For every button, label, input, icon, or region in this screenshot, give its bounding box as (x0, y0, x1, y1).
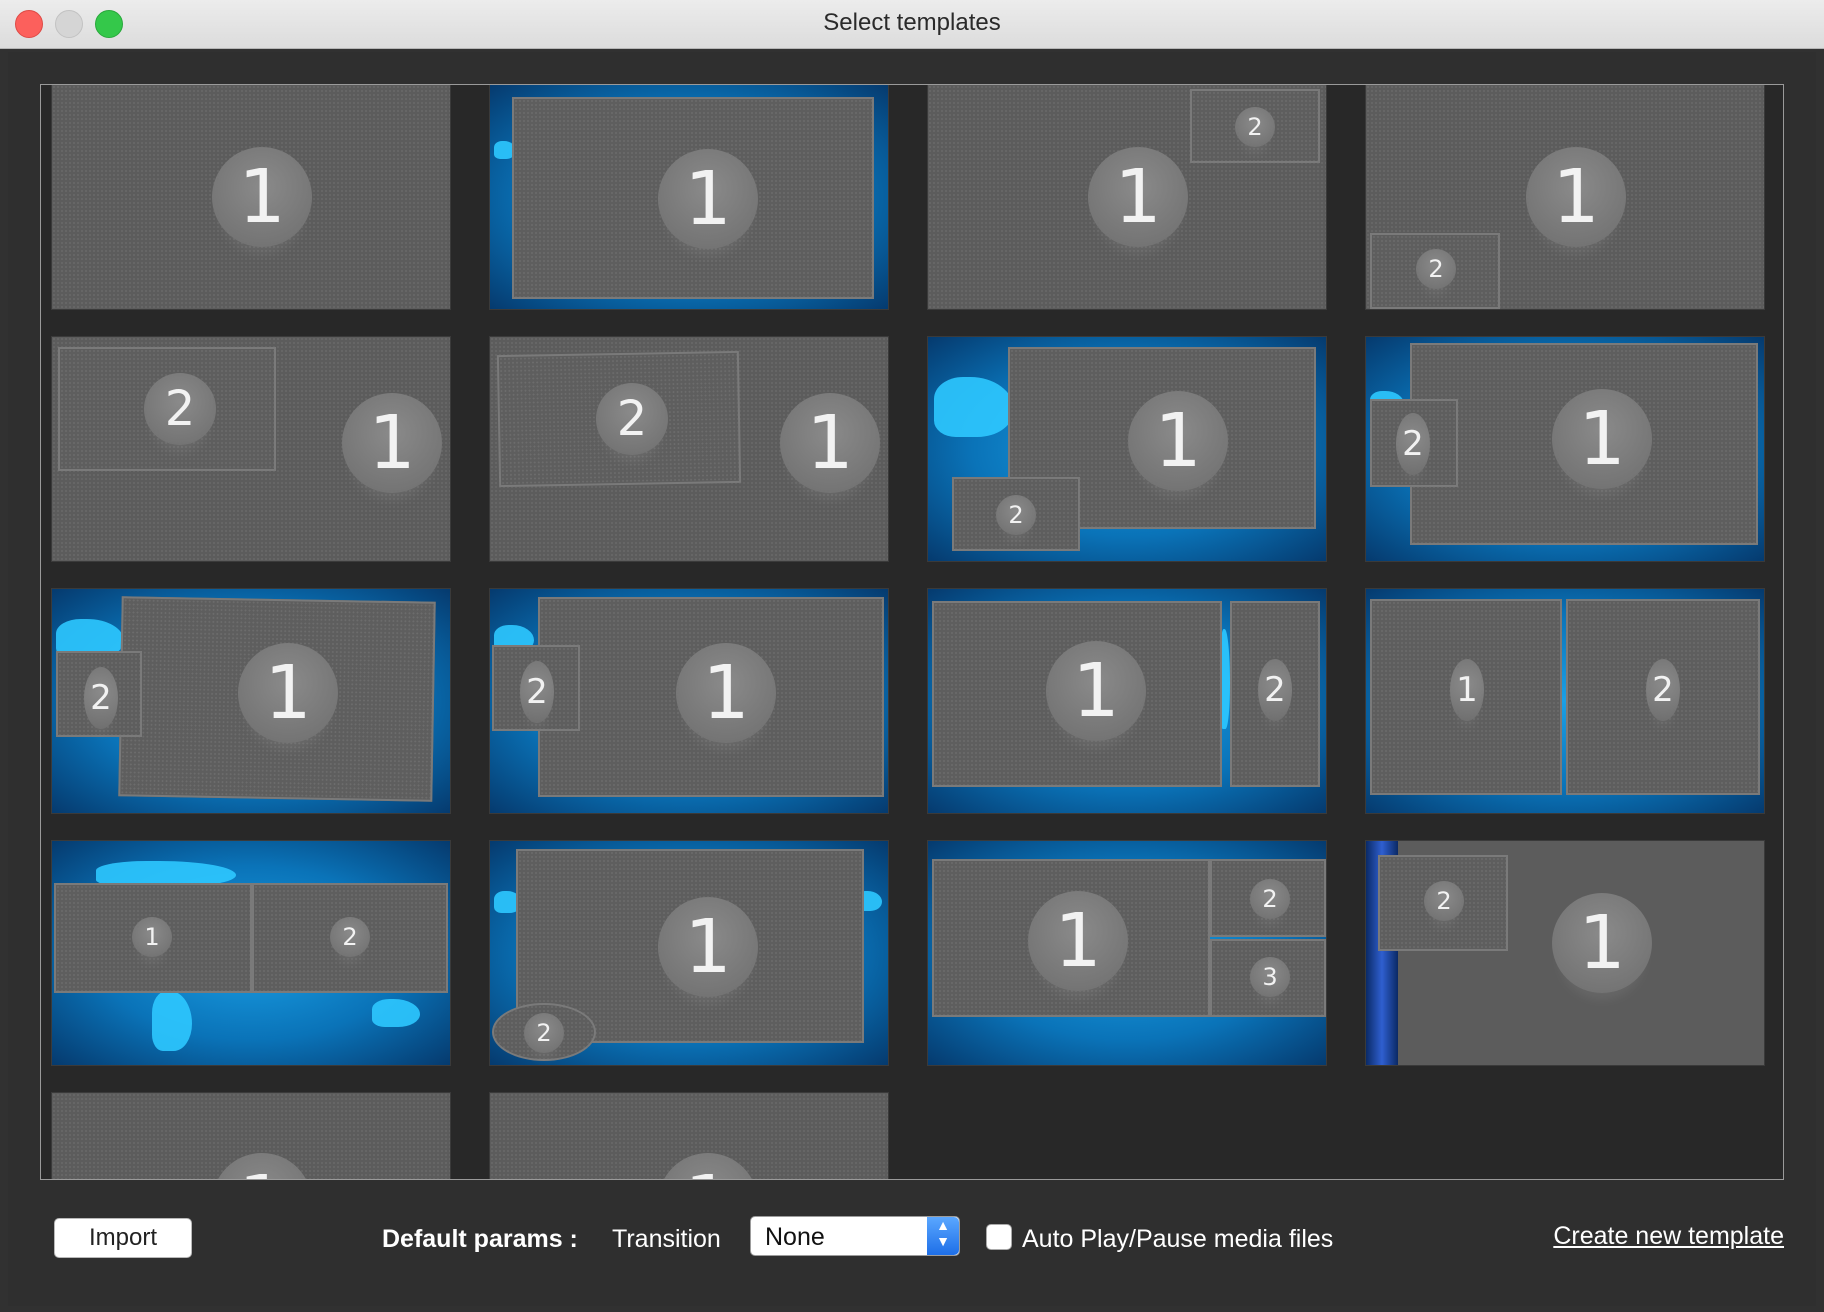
template-thumbnail[interactable]: 1 (490, 85, 888, 309)
region-badge: 1 (1450, 659, 1484, 721)
region-badge: 1 (1088, 147, 1188, 247)
region-badge: 2 (1424, 881, 1464, 921)
region-badge: 2 (996, 495, 1036, 535)
select-arrows-icon: ▲ ▼ (927, 1217, 959, 1255)
region-badge: 1 (132, 917, 172, 957)
map-land (152, 991, 192, 1051)
region-badge: 2 (524, 1013, 564, 1053)
template-thumbnail[interactable]: 2 1 (1366, 85, 1764, 309)
template-thumbnail[interactable]: 2 1 (490, 589, 888, 813)
region-badge: 1 (1552, 389, 1652, 489)
region-badge: 1 (342, 393, 442, 493)
map-land (372, 999, 420, 1027)
region-badge: 2 (1416, 249, 1456, 289)
template-thumbnail[interactable]: 1 2 (52, 841, 450, 1065)
transition-value: None (765, 1223, 825, 1251)
region-badge: 2 (1646, 659, 1680, 721)
region-badge: 2 (520, 661, 554, 723)
create-new-template-link[interactable]: Create new template (1553, 1222, 1784, 1251)
region-badge: 2 (84, 667, 118, 729)
region-badge: 1 (1128, 391, 1228, 491)
region-badge: 1 (212, 1153, 312, 1179)
region-badge: 1 (212, 147, 312, 247)
region-badge: 1 (676, 643, 776, 743)
region-badge: 1 (1046, 641, 1146, 741)
region-badge: 2 (596, 383, 668, 455)
region-badge: 2 (1396, 413, 1430, 475)
region-badge: 2 (1258, 659, 1292, 721)
autoplay-checkbox[interactable] (986, 1224, 1012, 1250)
template-selector-window: Select templates 1 1 2 1 2 1 2 1 2 1 1 2… (0, 0, 1824, 1312)
window-title: Select templates (823, 9, 1001, 36)
region-badge: 1 (658, 897, 758, 997)
template-thumbnail[interactable]: 1 (52, 85, 450, 309)
transition-select[interactable]: None ▲ ▼ (750, 1216, 960, 1256)
template-thumbnail[interactable]: 2 1 (52, 337, 450, 561)
template-thumbnail[interactable]: 2 1 (928, 85, 1326, 309)
transition-label: Transition (612, 1225, 721, 1253)
region-badge: 3 (1250, 957, 1290, 997)
template-thumbnail[interactable]: 1 2 (490, 841, 888, 1065)
region-badge: 1 (238, 643, 338, 743)
template-thumbnail[interactable]: 1 2 (928, 589, 1326, 813)
region-badge: 1 (1526, 147, 1626, 247)
template-thumbnail[interactable]: 1 2 (1366, 589, 1764, 813)
region-badge: 1 (658, 149, 758, 249)
template-thumbnail[interactable]: 1 2 (928, 337, 1326, 561)
region-badge: 1 (1552, 893, 1652, 993)
autoplay-label: Auto Play/Pause media files (1022, 1225, 1334, 1253)
region-badge: 1 (1028, 891, 1128, 991)
region-badge: 1 (658, 1153, 758, 1179)
region-badge: 2 (1250, 879, 1290, 919)
template-thumbnail[interactable]: 2 1 (52, 589, 450, 813)
region-badge: 2 (144, 373, 216, 445)
import-button[interactable]: Import (54, 1218, 192, 1258)
region-badge: 2 (1235, 107, 1275, 147)
template-thumbnail[interactable]: 1 (52, 1093, 450, 1179)
templates-grid[interactable]: 1 1 2 1 2 1 2 1 2 1 1 2 2 1 2 1 2 1 1 2 … (40, 84, 1784, 1180)
template-thumbnail[interactable]: 2 1 (1366, 337, 1764, 561)
region-badge: 1 (780, 393, 880, 493)
map-land (934, 377, 1014, 437)
template-thumbnail[interactable]: 2 1 (490, 337, 888, 561)
region-badge: 2 (330, 917, 370, 957)
template-thumbnail[interactable]: 1 2 3 (928, 841, 1326, 1065)
title-bar: Select templates (0, 0, 1824, 49)
default-params-label: Default params : (382, 1225, 578, 1253)
template-thumbnail[interactable]: 2 1 (1366, 841, 1764, 1065)
template-thumbnail[interactable]: 1 (490, 1093, 888, 1179)
